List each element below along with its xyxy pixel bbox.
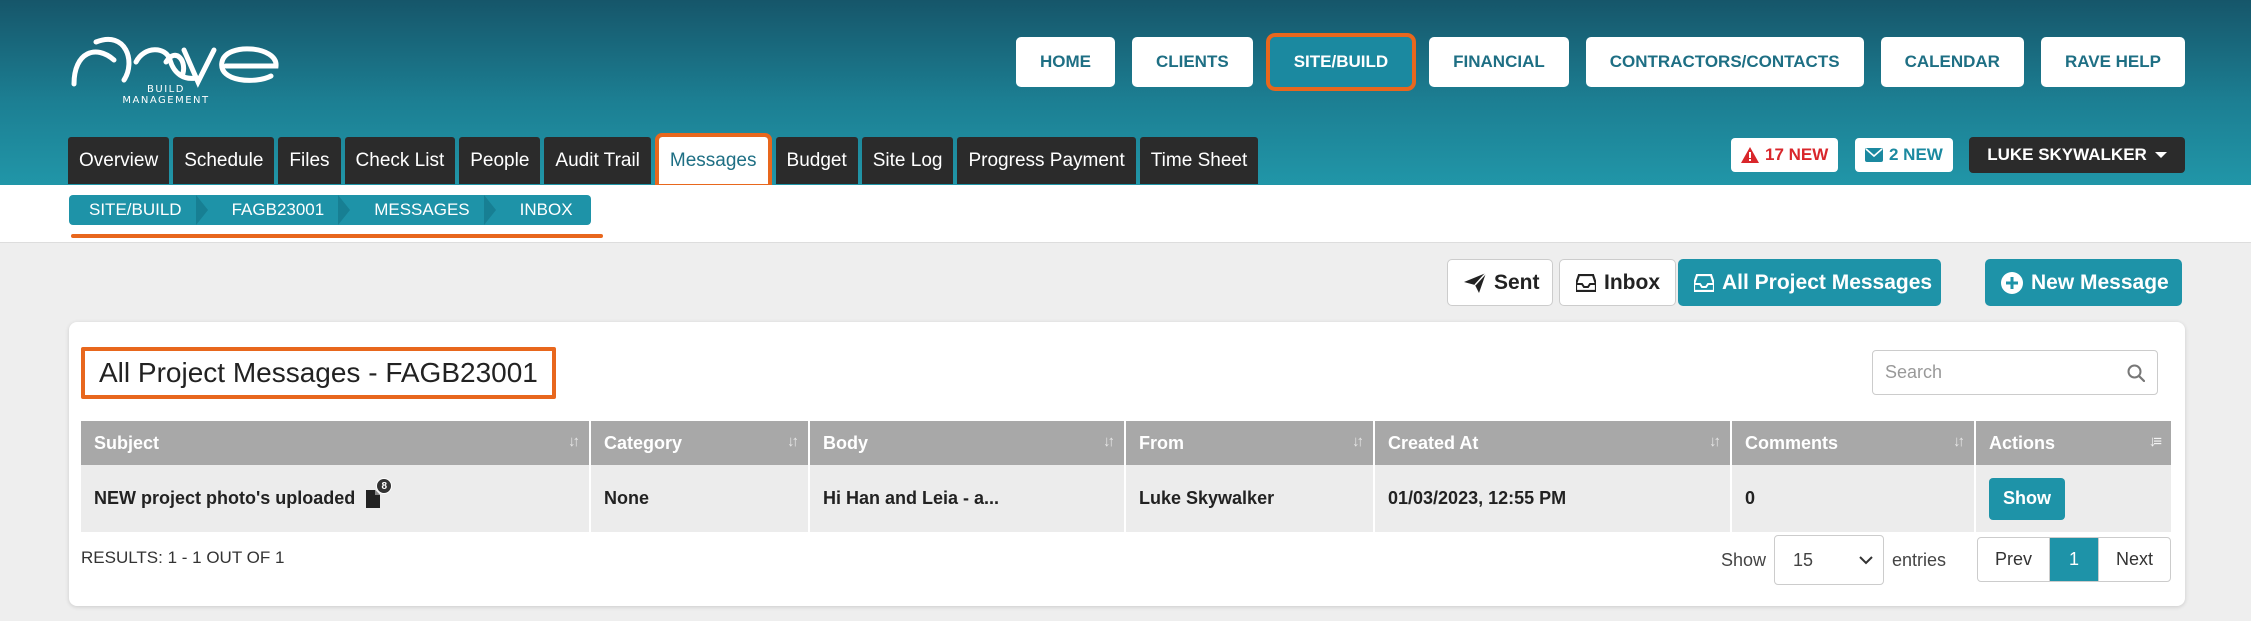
chevron-down-icon xyxy=(1859,555,1873,564)
entries-label: entries xyxy=(1892,549,1947,570)
messages-count: 2 NEW xyxy=(1889,145,1943,164)
breadcrumb-messages[interactable]: MESSAGES xyxy=(354,195,499,225)
entries-value: 15 xyxy=(1793,549,1814,570)
warning-icon xyxy=(1741,147,1759,163)
paper-plane-icon xyxy=(1464,272,1486,293)
inbox-button[interactable]: Inbox xyxy=(1559,259,1676,306)
messages-badge[interactable]: 2 NEW xyxy=(1855,138,1953,172)
page-1-button[interactable]: 1 xyxy=(2050,538,2098,581)
app-header: BUILD MANAGEMENT HOME CLIENTS SITE/BUILD… xyxy=(0,0,2251,188)
page-title: All Project Messages - FAGB23001 xyxy=(81,347,556,399)
sort-icon: ↓↑ xyxy=(1709,433,1721,450)
inbox-label: Inbox xyxy=(1604,270,1660,294)
tab-audit-trail[interactable]: Audit Trail xyxy=(544,137,651,184)
attachment-count: 8 xyxy=(376,478,393,494)
search-box[interactable] xyxy=(1872,350,2158,395)
sort-icon: ↓↑ xyxy=(1352,433,1364,450)
prev-page-button[interactable]: Prev xyxy=(1978,538,2050,581)
all-project-messages-button[interactable]: All Project Messages xyxy=(1678,259,1941,306)
column-header-comments[interactable]: Comments ↓↑ xyxy=(1731,421,1976,465)
inbox-icon xyxy=(1694,273,1714,292)
show-button[interactable]: Show xyxy=(1989,477,2065,520)
nav-clients[interactable]: CLIENTS xyxy=(1131,37,1253,87)
nav-site-build[interactable]: SITE/BUILD xyxy=(1265,33,1417,91)
tab-schedule[interactable]: Schedule xyxy=(173,137,275,184)
warnings-badge[interactable]: 17 NEW xyxy=(1731,138,1839,172)
breadcrumb-highlight xyxy=(71,234,603,238)
breadcrumb-project[interactable]: FAGB23001 xyxy=(212,195,355,225)
new-message-label: New Message xyxy=(2031,270,2169,294)
cell-comments: 0 xyxy=(1731,465,1976,532)
nav-calendar[interactable]: CALENDAR xyxy=(1880,37,2024,87)
entries-select[interactable]: 15 xyxy=(1774,535,1885,585)
cell-category: None xyxy=(590,465,810,532)
entries-control: Show 15 entries xyxy=(1721,535,1946,585)
cell-from: Luke Skywalker xyxy=(1125,465,1375,532)
next-page-button[interactable]: Next xyxy=(2098,538,2170,581)
tab-budget[interactable]: Budget xyxy=(775,137,858,184)
user-name: LUKE SKYWALKER xyxy=(1987,145,2147,164)
breadcrumb-inbox[interactable]: INBOX xyxy=(500,195,591,225)
cell-actions: Show xyxy=(1975,465,2171,532)
nav-home[interactable]: HOME xyxy=(1015,37,1115,87)
breadcrumb-bar: SITE/BUILD FAGB23001 MESSAGES INBOX xyxy=(0,185,2251,243)
cell-subject: NEW project photo's uploaded 8 xyxy=(81,465,591,532)
warnings-count: 17 NEW xyxy=(1765,145,1829,164)
new-message-button[interactable]: New Message xyxy=(1985,259,2182,306)
search-icon[interactable] xyxy=(2127,364,2145,382)
sort-icon: ↓↑ xyxy=(1953,433,1965,450)
document-icon[interactable]: 8 xyxy=(366,478,393,508)
column-header-created-at[interactable]: Created At ↓↑ xyxy=(1374,421,1732,465)
sort-icon: ↓↑ xyxy=(1103,433,1115,450)
main-nav: HOME CLIENTS SITE/BUILD FINANCIAL CONTRA… xyxy=(1015,33,2185,91)
pagination: Prev 1 Next xyxy=(1977,537,2171,582)
nav-rave-help[interactable]: RAVE HELP xyxy=(2040,37,2185,87)
tab-time-sheet[interactable]: Time Sheet xyxy=(1139,137,1259,184)
brand-tagline: BUILD MANAGEMENT xyxy=(122,84,210,106)
show-label: Show xyxy=(1721,549,1767,570)
sort-icon: ↓↑ xyxy=(568,433,580,450)
breadcrumb-site-build[interactable]: SITE/BUILD xyxy=(69,195,212,225)
column-header-category[interactable]: Category ↓↑ xyxy=(590,421,810,465)
tab-people[interactable]: People xyxy=(459,137,541,184)
tab-progress-payment[interactable]: Progress Payment xyxy=(957,137,1136,184)
table-header-row: Subject ↓↑ Category ↓↑ Body ↓↑ From ↓↑ Creat… xyxy=(81,421,2171,465)
subject-text: NEW project photo's uploaded xyxy=(94,488,356,508)
messages-table: Subject ↓↑ Category ↓↑ Body ↓↑ From ↓↑ Creat… xyxy=(81,421,2171,532)
column-header-body[interactable]: Body ↓↑ xyxy=(809,421,1126,465)
sent-button[interactable]: Sent xyxy=(1447,259,1553,306)
messages-card: All Project Messages - FAGB23001 Subject… xyxy=(69,322,2185,606)
caret-down-icon xyxy=(2154,152,2167,158)
column-header-actions[interactable]: Actions ↓≡ xyxy=(1975,421,2171,465)
tab-files[interactable]: Files xyxy=(278,137,341,184)
inbox-icon xyxy=(1576,273,1596,292)
user-menu[interactable]: LUKE SKYWALKER xyxy=(1969,137,2185,173)
column-header-subject[interactable]: Subject ↓↑ xyxy=(81,421,591,465)
tab-messages[interactable]: Messages xyxy=(654,133,772,188)
all-project-messages-label: All Project Messages xyxy=(1722,270,1933,294)
results-summary: RESULTS: 1 - 1 OUT OF 1 xyxy=(81,548,285,567)
sent-label: Sent xyxy=(1494,270,1540,294)
sort-icon: ↓≡ xyxy=(2148,433,2162,450)
plus-circle-icon xyxy=(2001,271,2023,294)
table-row: NEW project photo's uploaded 8 None Hi H… xyxy=(81,465,2171,532)
cell-body: Hi Han and Leia - a... xyxy=(809,465,1126,532)
envelope-icon xyxy=(1865,148,1883,162)
tab-site-log[interactable]: Site Log xyxy=(861,137,954,184)
nav-contractors-contacts[interactable]: CONTRACTORS/CONTACTS xyxy=(1585,37,1864,87)
project-tabs: Overview Schedule Files Check List Peopl… xyxy=(68,133,1259,188)
column-header-from[interactable]: From ↓↑ xyxy=(1125,421,1375,465)
search-input[interactable] xyxy=(1885,362,2127,383)
cell-created-at: 01/03/2023, 12:55 PM xyxy=(1374,465,1732,532)
breadcrumb: SITE/BUILD FAGB23001 MESSAGES INBOX xyxy=(69,195,591,225)
nav-financial[interactable]: FINANCIAL xyxy=(1429,37,1569,87)
tab-overview[interactable]: Overview xyxy=(68,137,170,184)
tab-check-list[interactable]: Check List xyxy=(344,137,456,184)
sort-icon: ↓↑ xyxy=(787,433,799,450)
